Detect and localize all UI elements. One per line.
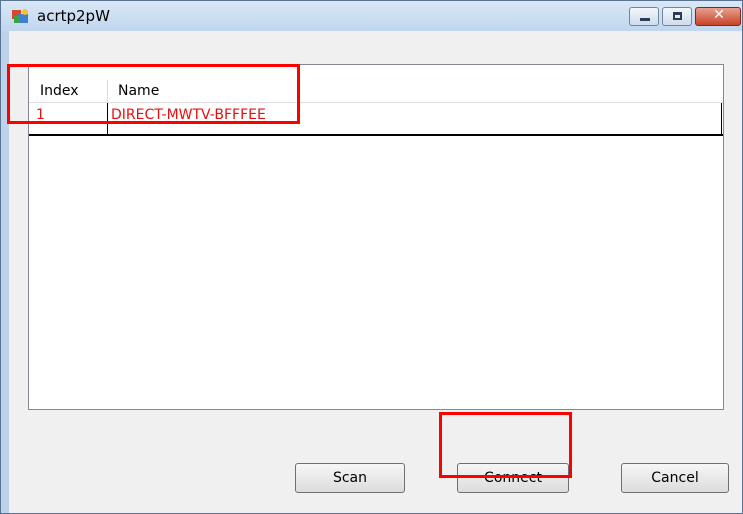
- dialog-window: acrtp2pW ✕ Index Name 1 DIRECT-MWTV-BFFF…: [0, 0, 743, 514]
- maximize-icon: [673, 12, 682, 20]
- minimize-button[interactable]: [629, 7, 659, 26]
- maximize-button[interactable]: [662, 7, 692, 26]
- cancel-button[interactable]: Cancel: [621, 463, 729, 493]
- minimize-icon: [640, 18, 650, 21]
- app-icon: [12, 9, 28, 23]
- highlight-box-connect-button: [439, 412, 572, 478]
- close-button[interactable]: ✕: [695, 7, 741, 26]
- window-title: acrtp2pW: [37, 7, 110, 25]
- close-icon: ✕: [713, 7, 725, 23]
- row-end-divider: [721, 103, 722, 136]
- scan-button[interactable]: Scan: [295, 463, 405, 493]
- title-bar[interactable]: acrtp2pW ✕: [1, 1, 742, 31]
- highlight-box-device-row: [7, 64, 300, 124]
